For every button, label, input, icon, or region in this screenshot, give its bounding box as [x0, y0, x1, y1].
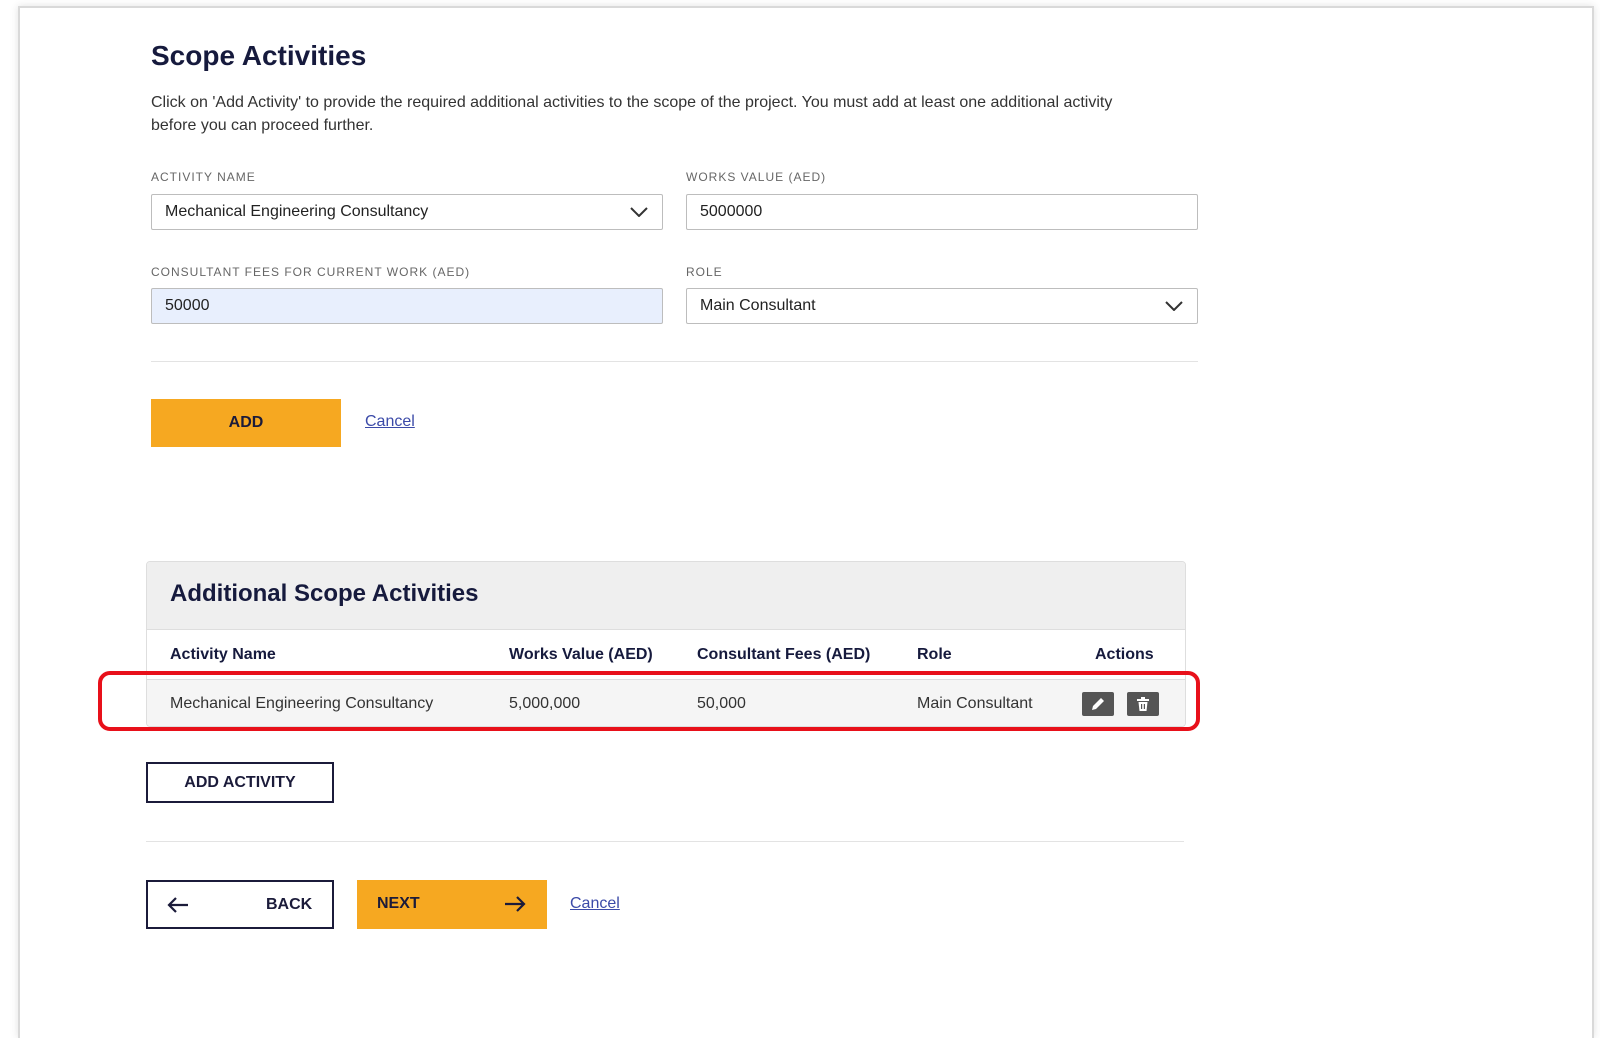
row-consultant-fees: 50,000	[697, 695, 746, 712]
form-divider	[151, 361, 1198, 362]
activity-name-label: ACTIVITY NAME	[151, 170, 256, 184]
nav-divider	[146, 841, 1184, 842]
card-header: Additional Scope Activities	[147, 562, 1185, 630]
arrow-left-icon	[167, 897, 188, 913]
column-header-actions: Actions	[1095, 646, 1154, 663]
form-cancel-link[interactable]: Cancel	[365, 413, 415, 431]
delete-button[interactable]	[1127, 692, 1159, 716]
consultant-fees-text: 50000	[165, 297, 210, 314]
edit-button[interactable]	[1082, 692, 1114, 716]
pencil-icon	[1092, 698, 1104, 710]
add-button[interactable]: ADD	[151, 399, 341, 447]
chevron-down-icon	[630, 207, 648, 217]
card-title: Additional Scope Activities	[170, 580, 479, 607]
works-value-text: 5000000	[700, 203, 763, 220]
role-label: ROLE	[686, 265, 723, 279]
arrow-right-icon	[505, 896, 526, 912]
page-intro: Click on 'Add Activity' to provide the r…	[151, 94, 1113, 134]
column-header-activity: Activity Name	[170, 646, 276, 663]
page-title: Scope Activities	[151, 40, 367, 71]
consultant-fees-label: CONSULTANT FEES FOR CURRENT WORK (AED)	[151, 265, 471, 279]
role-select[interactable]: Main Consultant	[686, 288, 1198, 324]
table-row: Mechanical Engineering Consultancy 5,000…	[147, 679, 1185, 726]
activity-name-select[interactable]: Mechanical Engineering Consultancy	[151, 194, 663, 230]
back-label: BACK	[266, 896, 313, 913]
nav-cancel-link[interactable]: Cancel	[570, 895, 620, 913]
additional-scope-activities-card: Additional Scope Activities Activity Nam…	[146, 561, 1186, 727]
consultant-fees-input[interactable]: 50000	[151, 288, 663, 324]
column-header-role: Role	[917, 646, 952, 663]
chevron-down-icon	[1165, 301, 1183, 311]
trash-icon	[1137, 697, 1149, 711]
back-button[interactable]: BACK	[146, 880, 334, 929]
role-value: Main Consultant	[700, 297, 816, 314]
column-header-consultant-fees: Consultant Fees (AED)	[697, 646, 871, 663]
row-activity-name: Mechanical Engineering Consultancy	[170, 695, 434, 712]
row-works-value: 5,000,000	[509, 695, 581, 712]
works-value-input[interactable]: 5000000	[686, 194, 1198, 230]
works-value-label: WORKS VALUE (AED)	[686, 170, 827, 184]
next-button[interactable]: NEXT	[357, 880, 547, 929]
next-label: NEXT	[377, 895, 420, 912]
row-role: Main Consultant	[917, 695, 1033, 712]
add-activity-button[interactable]: ADD ACTIVITY	[146, 762, 334, 803]
activity-name-value: Mechanical Engineering Consultancy	[165, 203, 429, 220]
column-header-works-value: Works Value (AED)	[509, 646, 653, 663]
